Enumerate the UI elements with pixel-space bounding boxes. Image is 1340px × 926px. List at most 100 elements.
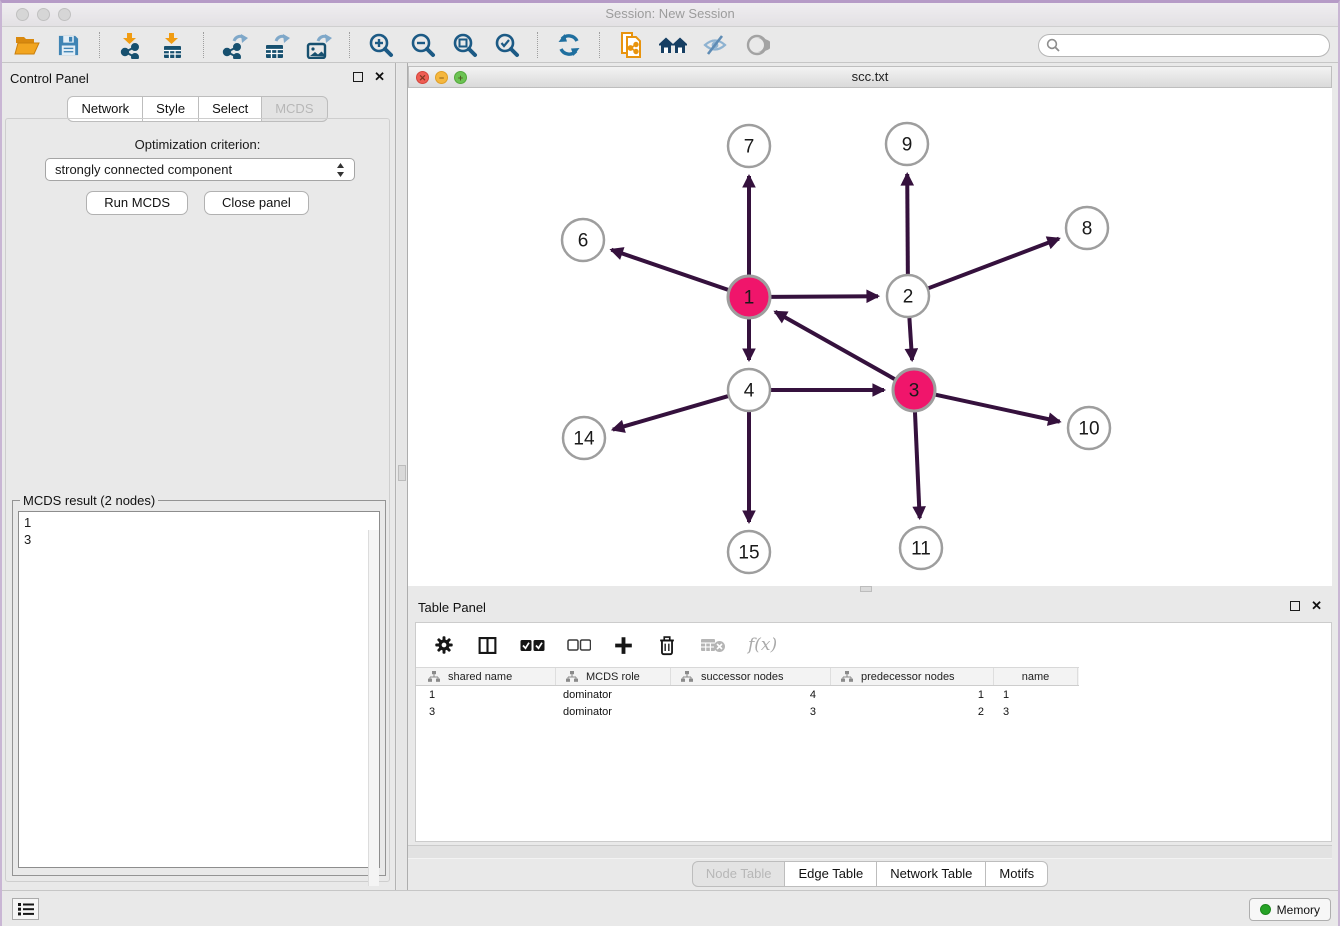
minimize-window-button[interactable] <box>37 8 50 21</box>
run-mcds-button[interactable]: Run MCDS <box>86 191 188 215</box>
graph-edge-1-2[interactable] <box>771 296 878 297</box>
export-network-button[interactable] <box>218 31 251 60</box>
import-table-icon <box>159 32 186 59</box>
show-column-button[interactable] <box>477 635 498 656</box>
node-table-container: f(x) shared name MCDS role successor nod… <box>415 622 1332 842</box>
fx-icon: f(x) <box>748 635 777 655</box>
tab-motifs[interactable]: Motifs <box>986 861 1048 887</box>
apply-function-button[interactable]: f(x) <box>748 635 777 655</box>
task-history-button[interactable] <box>12 898 39 920</box>
graph-node-4[interactable]: 4 <box>728 369 770 411</box>
network-zoom-button[interactable] <box>454 71 467 84</box>
panel-divider[interactable] <box>397 63 408 890</box>
table-row[interactable]: 3 dominator 3 2 3 <box>416 703 1331 720</box>
column-header-successor-nodes[interactable]: successor nodes <box>671 668 831 685</box>
graph-node-3[interactable]: 3 <box>893 369 935 411</box>
float-panel-icon[interactable] <box>353 72 363 82</box>
column-label: shared name <box>448 671 512 683</box>
zoom-window-button[interactable] <box>58 8 71 21</box>
zoom-selected-button[interactable] <box>490 31 523 60</box>
search-icon <box>1046 38 1060 52</box>
select-all-button[interactable] <box>520 639 545 652</box>
deselect-all-button[interactable] <box>567 639 591 651</box>
cell-mcds-role[interactable]: dominator <box>556 689 671 701</box>
graph-node-9[interactable]: 9 <box>886 123 928 165</box>
column-header-mcds-role[interactable]: MCDS role <box>556 668 671 685</box>
graph-node-8[interactable]: 8 <box>1066 207 1108 249</box>
close-window-button[interactable] <box>16 8 29 21</box>
memory-label: Memory <box>1277 903 1320 917</box>
graph-edge-1-6[interactable] <box>611 250 728 290</box>
graph-node-11[interactable]: 11 <box>900 527 942 569</box>
result-scrollbar[interactable] <box>368 530 379 886</box>
table-toolbar: f(x) <box>416 623 1331 667</box>
cell-successor-nodes[interactable]: 4 <box>671 689 831 701</box>
tab-network-table[interactable]: Network Table <box>877 861 986 887</box>
graph-node-2[interactable]: 2 <box>887 275 929 317</box>
zoom-out-button[interactable] <box>406 31 439 60</box>
close-panel-icon[interactable] <box>374 72 385 82</box>
graph-node-15[interactable]: 15 <box>728 531 770 573</box>
save-session-button[interactable] <box>52 31 85 60</box>
cell-predecessor-nodes[interactable]: 2 <box>831 706 994 718</box>
close-table-panel-icon[interactable] <box>1311 601 1322 611</box>
zoom-in-button[interactable] <box>364 31 397 60</box>
cell-successor-nodes[interactable]: 3 <box>671 706 831 718</box>
zoom-fit-button[interactable] <box>448 31 481 60</box>
show-all-button[interactable] <box>740 31 773 60</box>
import-network-button[interactable] <box>114 31 147 60</box>
network-canvas[interactable]: 7 9 6 8 1 2 4 3 14 10 15 11 <box>408 88 1332 586</box>
close-panel-button[interactable]: Close panel <box>204 191 309 215</box>
svg-text:2: 2 <box>903 287 914 308</box>
graph-node-1[interactable]: 1 <box>728 276 770 318</box>
refresh-network-button[interactable] <box>552 31 585 60</box>
graph-node-10[interactable]: 10 <box>1068 407 1110 449</box>
cell-shared-name[interactable]: 3 <box>416 706 556 718</box>
graph-node-6[interactable]: 6 <box>562 219 604 261</box>
graph-node-7[interactable]: 7 <box>728 125 770 167</box>
export-table-button[interactable] <box>260 31 293 60</box>
column-header-predecessor-nodes[interactable]: predecessor nodes <box>831 668 994 685</box>
tab-edge-table[interactable]: Edge Table <box>785 861 877 887</box>
tab-node-table[interactable]: Node Table <box>692 861 786 887</box>
delete-column-button[interactable] <box>656 634 678 657</box>
column-header-name[interactable]: name <box>994 668 1078 685</box>
graph-edge-4-14[interactable] <box>613 396 728 429</box>
search-input[interactable] <box>1065 38 1322 52</box>
cell-name[interactable]: 1 <box>994 689 1078 701</box>
delete-table-button[interactable] <box>700 637 726 653</box>
divider-grip[interactable] <box>398 465 406 481</box>
network-close-button[interactable] <box>416 71 429 84</box>
table-row[interactable]: 1 dominator 4 1 1 <box>416 686 1331 703</box>
criterion-dropdown[interactable]: strongly connected component <box>45 158 355 181</box>
graph-edge-2-3[interactable] <box>909 318 912 360</box>
table-settings-button[interactable] <box>433 634 455 656</box>
cell-name[interactable]: 3 <box>994 706 1078 718</box>
import-table-button[interactable] <box>156 31 189 60</box>
export-image-button[interactable] <box>302 31 335 60</box>
graph-node-14[interactable]: 14 <box>563 417 605 459</box>
open-session-button[interactable] <box>10 31 43 60</box>
memory-button[interactable]: Memory <box>1249 898 1331 921</box>
hide-selected-button[interactable] <box>698 31 731 60</box>
column-label: predecessor nodes <box>861 671 955 683</box>
dropdown-stepper-icon <box>336 162 345 178</box>
graph-edge-2-8[interactable] <box>929 239 1059 289</box>
column-header-shared-name[interactable]: shared name <box>416 668 556 685</box>
cell-shared-name[interactable]: 1 <box>416 689 556 701</box>
graph-edge-3-11[interactable] <box>915 412 920 518</box>
network-minimize-button[interactable] <box>435 71 448 84</box>
cell-predecessor-nodes[interactable]: 1 <box>831 689 994 701</box>
first-neighbors-button[interactable] <box>656 31 689 60</box>
network-graph[interactable]: 7 9 6 8 1 2 4 3 14 10 15 11 <box>408 88 1332 586</box>
graph-edge-3-10[interactable] <box>935 395 1059 422</box>
cell-mcds-role[interactable]: dominator <box>556 706 671 718</box>
mcds-result-text[interactable]: 1 3 <box>18 511 380 868</box>
float-table-panel-icon[interactable] <box>1290 601 1300 611</box>
create-column-button[interactable] <box>613 635 634 656</box>
graph-edge-2-9[interactable] <box>907 174 908 274</box>
clone-network-button[interactable] <box>614 31 647 60</box>
export-network-icon <box>221 32 248 59</box>
svg-text:14: 14 <box>573 429 595 450</box>
graph-edge-3-1[interactable] <box>775 312 895 379</box>
